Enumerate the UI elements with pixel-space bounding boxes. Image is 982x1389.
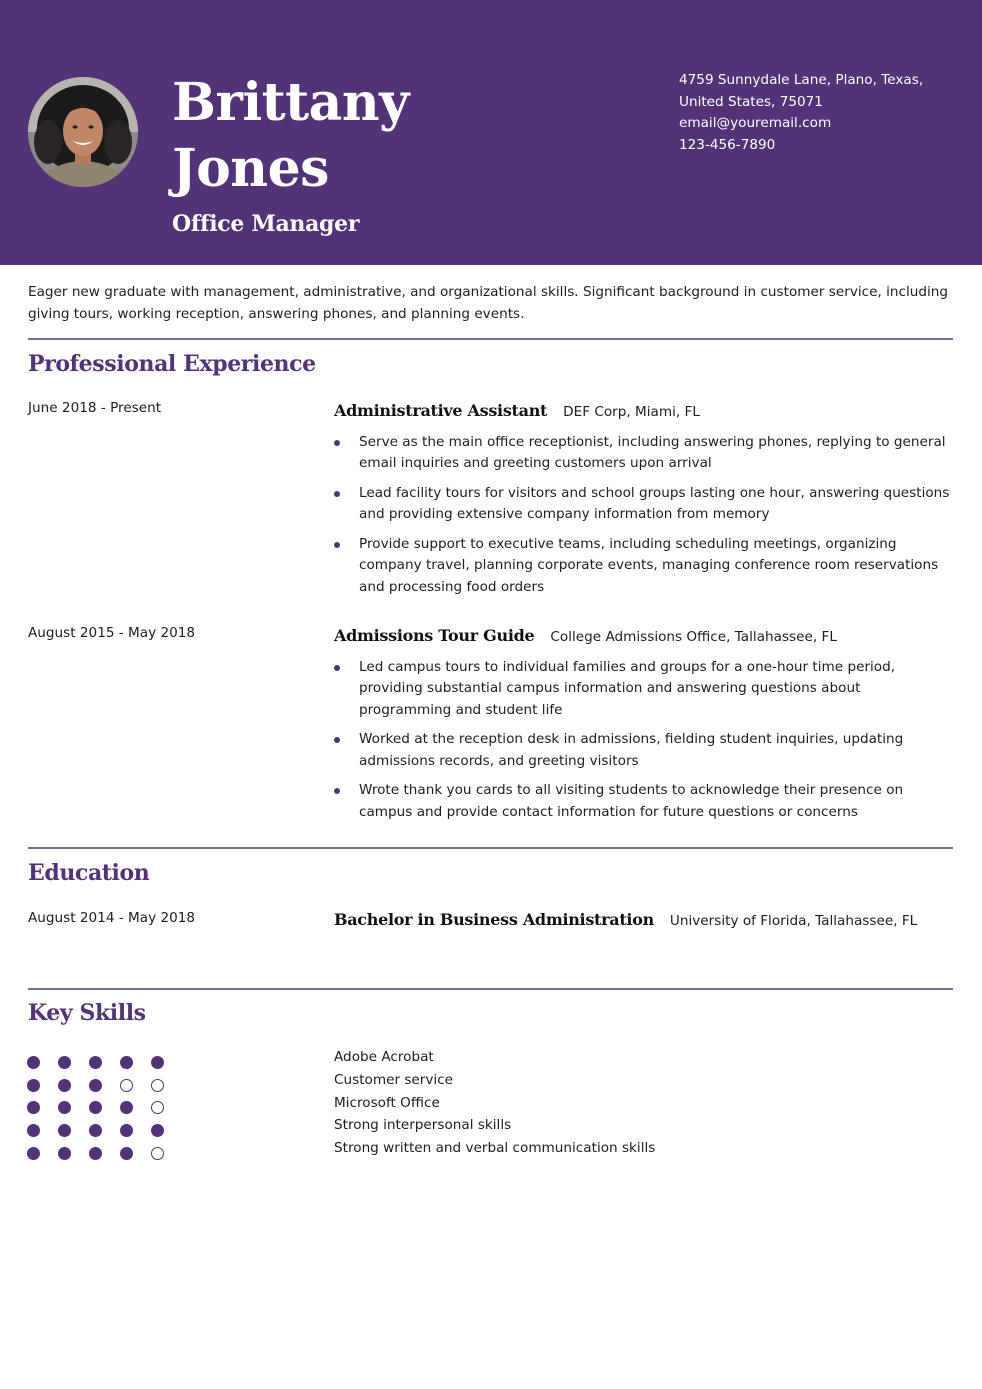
- rating-dot-filled-icon: [120, 1101, 133, 1115]
- skill-name: Customer service: [334, 1071, 454, 1088]
- rating-dot-filled-icon: [120, 1124, 133, 1138]
- bullet-dot-icon: [334, 440, 340, 446]
- rating-dot-filled-icon: [151, 1055, 164, 1069]
- skill-rating-row: [27, 1097, 182, 1120]
- rating-dot-filled-icon: [27, 1078, 40, 1092]
- rating-dot-filled-icon: [89, 1101, 102, 1115]
- section-title-experience: Professional Experience: [28, 351, 316, 377]
- rating-dot-empty-icon: [151, 1147, 164, 1161]
- rating-dot-filled-icon: [27, 1147, 40, 1161]
- skill-rating-row: [27, 1142, 182, 1165]
- address-line-1: 4759 Sunnydale Lane, Plano, Texas,: [679, 72, 924, 88]
- job-title: Office Manager: [172, 211, 360, 237]
- summary: Eager new graduate with management, admi…: [28, 284, 949, 322]
- bullet-text: Lead facility tours for visitors and sch…: [359, 485, 950, 523]
- bullet-text: Serve as the main office receptionist, i…: [359, 434, 946, 472]
- experience-dates: August 2015 - May 2018: [28, 625, 196, 641]
- job-organization: DEF Corp, Miami, FL: [563, 404, 700, 420]
- school: University of Florida, Tallahassee, FL: [669, 913, 918, 929]
- phone[interactable]: 123-456-7890: [679, 135, 959, 157]
- resume-header: Brittany Jones Office Manager 4759 Sunny…: [0, 0, 982, 265]
- rating-dot-filled-icon: [27, 1055, 40, 1069]
- rating-dot-filled-icon: [89, 1078, 102, 1092]
- email[interactable]: email@youremail.com: [679, 113, 959, 135]
- rating-dot-filled-icon: [89, 1055, 102, 1069]
- name-last: Jones: [172, 138, 329, 199]
- bullet-item: Provide support to executive teams, incl…: [334, 534, 954, 598]
- experience-dates: June 2018 - Present: [28, 400, 162, 416]
- education-dates: August 2014 - May 2018: [28, 910, 196, 926]
- section-divider: [28, 988, 953, 990]
- rating-dot-filled-icon: [120, 1055, 133, 1069]
- degree: Bachelor in Business Administration: [334, 910, 654, 929]
- skill-name: Strong interpersonal skills: [334, 1117, 512, 1134]
- candidate-name: Brittany Jones: [172, 70, 409, 202]
- rating-dot-empty-icon: [151, 1078, 164, 1092]
- job-organization: College Admissions Office, Tallahassee, …: [550, 629, 837, 645]
- bullet-dot-icon: [334, 665, 340, 671]
- section-divider: [28, 847, 953, 849]
- bullet-list: Led campus tours to individual families …: [334, 657, 954, 823]
- profile-photo: [28, 77, 138, 187]
- bullet-item: Worked at the reception desk in admissio…: [334, 729, 954, 772]
- rating-dot-filled-icon: [151, 1124, 164, 1138]
- skill-name: Microsoft Office: [334, 1094, 440, 1111]
- name-first: Brittany: [172, 72, 409, 133]
- skill-name: Adobe Acrobat: [334, 1049, 434, 1065]
- experience-entry: Admissions Tour Guide College Admissions…: [334, 624, 954, 832]
- job-role: Admissions Tour Guide: [334, 626, 535, 645]
- bullet-text: Provide support to executive teams, incl…: [359, 536, 939, 595]
- address-line-2: United States, 75071: [679, 93, 823, 110]
- skill-ratings: [27, 1051, 182, 1165]
- bullet-text: Led campus tours to individual families …: [359, 659, 896, 718]
- rating-dot-filled-icon: [27, 1124, 40, 1138]
- skill-rating-row: [27, 1051, 182, 1074]
- bullet-item: Wrote thank you cards to all visiting st…: [334, 780, 954, 823]
- section-title-education: Education: [28, 860, 150, 886]
- skill-rating-row: [27, 1119, 182, 1142]
- rating-dot-filled-icon: [27, 1101, 40, 1115]
- rating-dot-filled-icon: [58, 1078, 71, 1092]
- bullet-item: Serve as the main office receptionist, i…: [334, 432, 954, 475]
- rating-dot-filled-icon: [58, 1124, 71, 1138]
- portrait-image-icon: [28, 77, 138, 187]
- skill-rating-row: [27, 1074, 182, 1097]
- rating-dot-filled-icon: [89, 1124, 102, 1138]
- bullet-dot-icon: [334, 542, 340, 549]
- skill-list: Adobe Acrobat Customer service Microsoft O…: [334, 1046, 655, 1160]
- section-divider: [28, 338, 953, 340]
- skill-name: Strong written and verbal communication …: [334, 1140, 656, 1157]
- bullet-text: Worked at the reception desk in admissio…: [359, 731, 904, 769]
- bullet-dot-icon: [334, 737, 340, 744]
- job-role: Administrative Assistant: [334, 401, 548, 420]
- bullet-item: Led campus tours to individual families …: [334, 657, 954, 721]
- bullet-dot-icon: [334, 788, 340, 795]
- rating-dot-empty-icon: [120, 1078, 133, 1092]
- section-title-skills: Key Skills: [28, 1000, 146, 1026]
- bullet-text: Wrote thank you cards to all visiting st…: [359, 782, 904, 820]
- bullet-item: Lead facility tours for visitors and sch…: [334, 483, 954, 526]
- experience-entry: Administrative Assistant DEF Corp, Miami…: [334, 399, 954, 607]
- bullet-list: Serve as the main office receptionist, i…: [334, 432, 954, 598]
- rating-dot-empty-icon: [151, 1101, 164, 1115]
- bullet-dot-icon: [334, 491, 340, 498]
- rating-dot-filled-icon: [58, 1101, 71, 1115]
- rating-dot-filled-icon: [120, 1147, 133, 1161]
- rating-dot-filled-icon: [58, 1147, 71, 1161]
- rating-dot-filled-icon: [89, 1147, 102, 1161]
- education-entry: Bachelor in Business Administration Univ…: [334, 908, 954, 933]
- rating-dot-filled-icon: [58, 1055, 71, 1069]
- contact-info: 4759 Sunnydale Lane, Plano, Texas, Unite…: [679, 70, 959, 156]
